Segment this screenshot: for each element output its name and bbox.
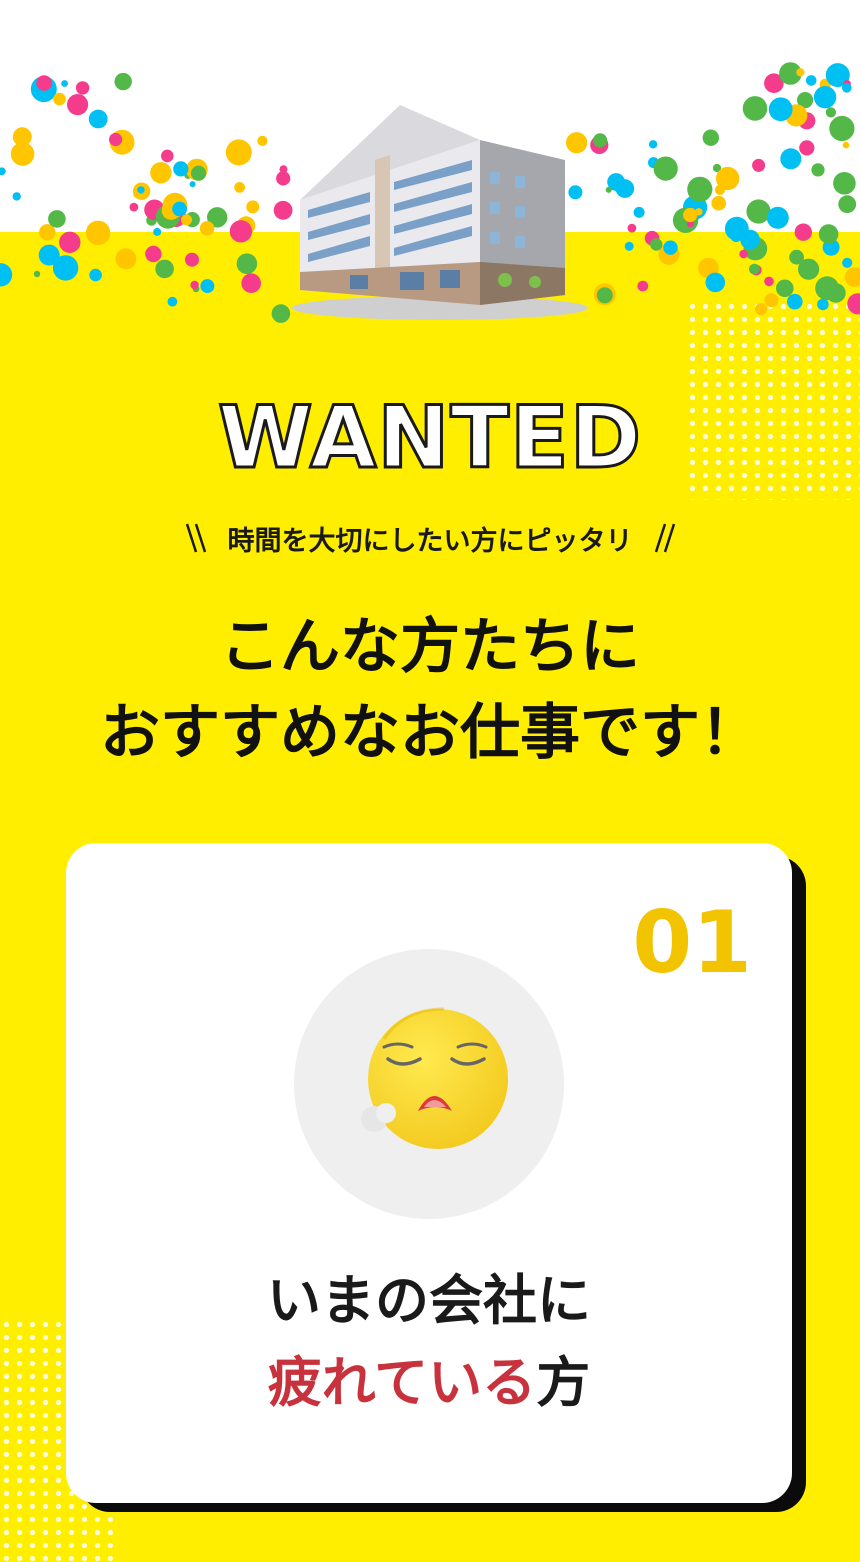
wanted-title: WANTED [216,387,643,490]
left-slash-icon [185,523,206,553]
card-text-line-1: いまの会社に [267,1269,591,1332]
building-illustration [292,105,588,320]
recommendation-card: 01 いまの会社に 疲れている方 [66,843,792,1503]
card-highlight-text: 疲れている [267,1351,537,1414]
tired-face-icon [361,1007,508,1149]
headline-line-2: おすすめなお仕事です！ [100,698,760,768]
card-number: 01 [632,893,752,993]
card-text-line-2: 疲れている方 [66,1343,792,1423]
card-suffix-text: 方 [536,1351,591,1414]
headline-line-1: こんな方たちに [220,612,640,682]
right-slash-icon [654,523,675,553]
tagline-row: 時間を大切にしたい方にピッタリ [0,518,860,558]
main-headline: こんな方たちに おすすめなお仕事です！ [0,604,860,776]
tagline-text: 時間を大切にしたい方にピッタリ [227,525,633,557]
icon-circle [294,949,564,1219]
wanted-page: WANTED 時間を大切にしたい方にピッタリ こんな方たちに おすすめなお仕事で… [0,0,860,1562]
